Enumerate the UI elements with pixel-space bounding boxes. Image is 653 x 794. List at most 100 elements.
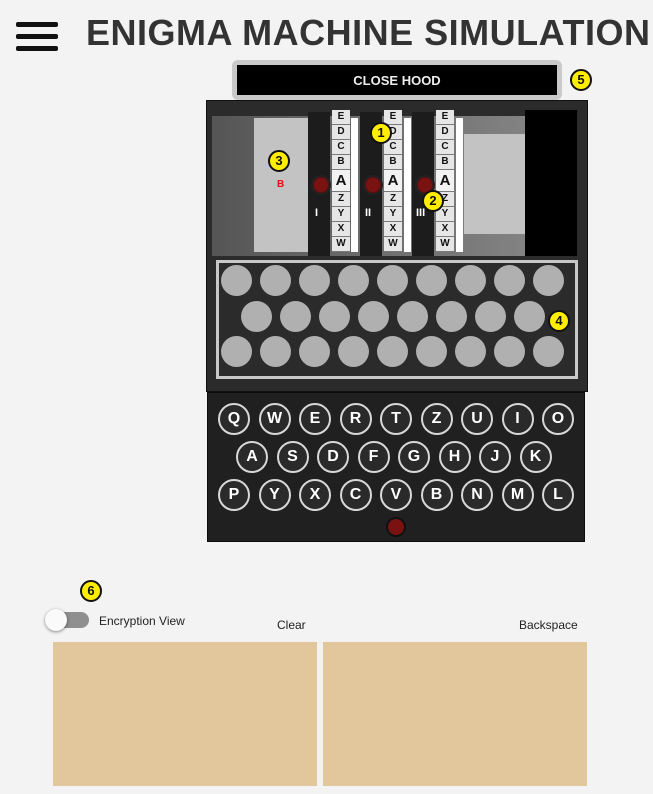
- lamp: [299, 265, 330, 296]
- key-r[interactable]: R: [339, 403, 372, 435]
- key-c[interactable]: C: [339, 479, 372, 511]
- close-hood-button[interactable]: CLOSE HOOD: [237, 65, 557, 95]
- lamp: [221, 265, 252, 296]
- key-g[interactable]: G: [398, 441, 430, 473]
- callout-badge-3: 3: [268, 150, 290, 172]
- lamp: [319, 301, 350, 332]
- backspace-button[interactable]: Backspace: [519, 618, 578, 632]
- lamp: [475, 301, 506, 332]
- lamp: [358, 301, 389, 332]
- rotor-3-numeral: III: [416, 207, 426, 219]
- key-u[interactable]: U: [461, 403, 493, 435]
- lamp: [494, 336, 525, 367]
- lamp: [533, 265, 564, 296]
- page-title: ENIGMA MACHINE SIMULATION: [86, 12, 651, 53]
- input-text-area[interactable]: [53, 642, 317, 786]
- key-w[interactable]: W: [258, 403, 291, 435]
- key-f[interactable]: F: [357, 441, 390, 473]
- key-t[interactable]: T: [380, 403, 412, 435]
- encryption-view-toggle[interactable]: [45, 609, 89, 631]
- callout-badge-4: 4: [548, 310, 570, 332]
- key-n[interactable]: N: [461, 479, 493, 511]
- key-a[interactable]: A: [236, 441, 268, 473]
- rotor-2-knob[interactable]: [363, 175, 383, 195]
- rotor-letter: E: [332, 110, 350, 125]
- rotor-3-letters[interactable]: E D C B A Z Y X W: [436, 110, 454, 252]
- lamp: [533, 336, 564, 367]
- output-text-area[interactable]: [323, 642, 587, 786]
- key-i[interactable]: I: [501, 403, 534, 435]
- rotor-divider: [456, 118, 463, 252]
- callout-badge-2: 2: [422, 190, 444, 212]
- rotor-1-letters[interactable]: E D C B A Z Y X W: [332, 110, 350, 252]
- rotor-letter: X: [332, 222, 350, 237]
- rotor-letter: Z: [332, 192, 350, 207]
- lamp: [299, 336, 330, 367]
- rotor-divider: [404, 118, 411, 252]
- toggle-thumb: [45, 609, 67, 631]
- lamp: [260, 265, 291, 296]
- rotor-current-letter: A: [332, 170, 350, 192]
- key-k[interactable]: K: [519, 441, 552, 473]
- rotor-letter: D: [332, 125, 350, 140]
- hamburger-menu-icon[interactable]: [12, 14, 60, 56]
- key-m[interactable]: M: [501, 479, 534, 511]
- lamp: [221, 336, 252, 367]
- rotor-letter: X: [436, 222, 454, 237]
- rotor-letter: X: [384, 222, 402, 237]
- entry-wheel-panel: [464, 134, 526, 234]
- key-e[interactable]: E: [299, 403, 331, 435]
- key-j[interactable]: J: [479, 441, 511, 473]
- keyboard-knob[interactable]: [386, 517, 406, 537]
- rotor-divider: [351, 118, 358, 252]
- rotor-letter: Z: [384, 192, 402, 207]
- lamp: [260, 336, 291, 367]
- rotor-letter: Y: [332, 207, 350, 222]
- rotor-1-numeral: I: [315, 207, 319, 219]
- rotor-1-knob[interactable]: [311, 175, 331, 195]
- rotor-current-letter: A: [436, 170, 454, 192]
- key-x[interactable]: X: [299, 479, 331, 511]
- callout-badge-6: 6: [80, 580, 102, 602]
- lamp: [338, 265, 369, 296]
- lamp: [397, 301, 428, 332]
- key-q[interactable]: Q: [218, 403, 250, 435]
- key-y[interactable]: Y: [258, 479, 291, 511]
- lamp: [455, 336, 486, 367]
- reflector-letter: B: [277, 179, 285, 190]
- callout-badge-1: 1: [370, 122, 392, 144]
- encryption-view-label: Encryption View: [99, 614, 185, 628]
- rotor-current-letter: A: [384, 170, 402, 192]
- rotor-letter: W: [436, 237, 454, 252]
- lamp: [280, 301, 311, 332]
- lamp: [514, 301, 545, 332]
- key-p[interactable]: P: [218, 479, 250, 511]
- clear-button[interactable]: Clear: [277, 618, 306, 632]
- key-s[interactable]: S: [276, 441, 309, 473]
- rotor-letter: W: [384, 237, 402, 252]
- rotor-letter: C: [332, 140, 350, 155]
- rotor-letter: Y: [384, 207, 402, 222]
- key-b[interactable]: B: [420, 479, 453, 511]
- callout-badge-5: 5: [570, 69, 592, 91]
- hood-button-frame: CLOSE HOOD: [232, 60, 562, 100]
- lamp: [416, 265, 447, 296]
- lamp: [416, 336, 447, 367]
- lamp: [338, 336, 369, 367]
- key-z[interactable]: Z: [420, 403, 453, 435]
- rotor-letter: C: [436, 140, 454, 155]
- lamp: [241, 301, 272, 332]
- key-o[interactable]: O: [542, 403, 574, 435]
- key-d[interactable]: D: [317, 441, 349, 473]
- rotor-letter: B: [332, 155, 350, 170]
- key-h[interactable]: H: [438, 441, 471, 473]
- lamp: [377, 336, 408, 367]
- rotor-letter: D: [436, 125, 454, 140]
- lamp: [455, 265, 486, 296]
- rotor-letter: E: [436, 110, 454, 125]
- lamp: [436, 301, 467, 332]
- key-l[interactable]: L: [542, 479, 574, 511]
- plug-housing: [525, 110, 577, 256]
- lamp: [377, 265, 408, 296]
- key-v[interactable]: V: [380, 479, 412, 511]
